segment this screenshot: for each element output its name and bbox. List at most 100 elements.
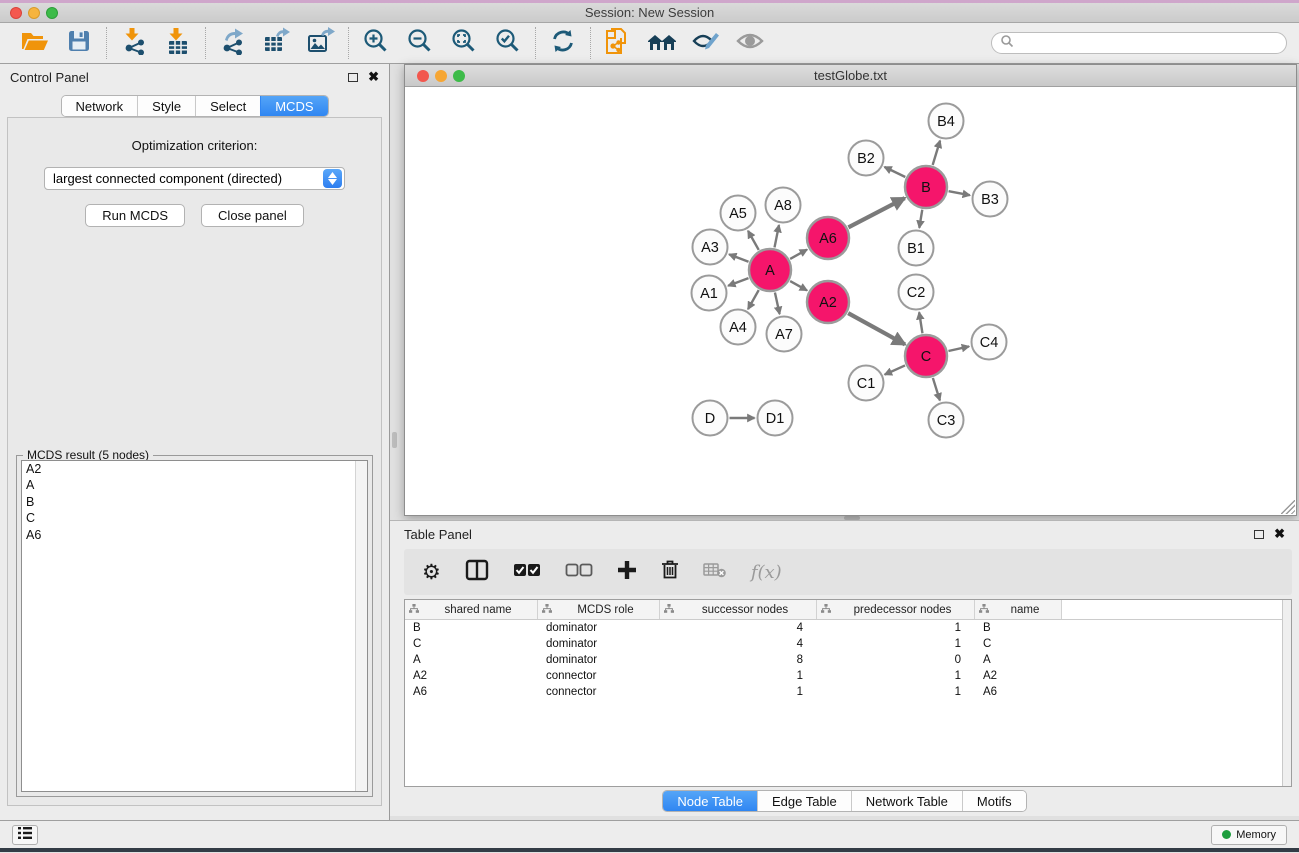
graph-node-A[interactable]: A xyxy=(749,249,791,291)
birds-eye-view-button[interactable] xyxy=(735,28,765,58)
edge-C-C1[interactable] xyxy=(885,365,905,374)
column-header-predecessor-nodes[interactable]: predecessor nodes xyxy=(817,600,975,619)
zoom-out-button[interactable] xyxy=(405,28,435,58)
table-cell[interactable]: 1 xyxy=(817,636,975,652)
table-cell[interactable]: C xyxy=(405,636,538,652)
apply-layout-button[interactable] xyxy=(548,28,578,58)
table-row[interactable]: Cdominator41C xyxy=(405,636,1291,652)
edge-A2-C[interactable] xyxy=(848,313,905,344)
table-cell[interactable]: dominator xyxy=(538,620,660,636)
zoom-in-button[interactable] xyxy=(361,28,391,58)
table-row[interactable]: A6connector11A6 xyxy=(405,684,1291,700)
close-table-panel-icon[interactable]: ✖ xyxy=(1274,529,1285,539)
table-cell[interactable]: dominator xyxy=(538,652,660,668)
edge-A-A2[interactable] xyxy=(790,281,807,290)
tab-mcds[interactable]: MCDS xyxy=(260,96,327,116)
graph-node-B4[interactable]: B4 xyxy=(929,104,964,139)
tab-motifs[interactable]: Motifs xyxy=(962,791,1026,811)
edge-B-B4[interactable] xyxy=(933,141,940,165)
mcds-result-item[interactable]: C xyxy=(22,510,367,526)
edge-B-B3[interactable] xyxy=(949,191,970,195)
graph-node-A5[interactable]: A5 xyxy=(721,196,756,231)
mcds-result-item[interactable]: A6 xyxy=(22,527,367,543)
graph-node-A7[interactable]: A7 xyxy=(767,317,802,352)
graph-node-D[interactable]: D xyxy=(693,401,728,436)
edge-A-A5[interactable] xyxy=(748,231,759,250)
edge-A-A3[interactable] xyxy=(729,254,748,261)
edge-C-C4[interactable] xyxy=(948,346,969,351)
save-session-button[interactable] xyxy=(64,28,94,58)
select-all-button[interactable] xyxy=(513,563,541,582)
result-scrollbar[interactable] xyxy=(355,461,367,791)
graph-node-B2[interactable]: B2 xyxy=(849,141,884,176)
show-graphics-details-button[interactable] xyxy=(691,28,721,58)
import-network-button[interactable] xyxy=(119,28,149,58)
graph-node-C[interactable]: C xyxy=(905,335,947,377)
tab-network[interactable]: Network xyxy=(61,96,137,116)
table-scrollbar[interactable] xyxy=(1282,600,1291,786)
tab-style[interactable]: Style xyxy=(137,96,195,116)
criterion-select[interactable]: largest connected component (directed) xyxy=(44,167,345,190)
graph-node-C4[interactable]: C4 xyxy=(972,325,1007,360)
graph-node-C2[interactable]: C2 xyxy=(899,275,934,310)
edge-B-B1[interactable] xyxy=(919,210,922,228)
graph-node-A1[interactable]: A1 xyxy=(692,276,727,311)
float-panel-icon[interactable] xyxy=(348,73,358,82)
edge-A-A4[interactable] xyxy=(748,290,759,309)
table-cell[interactable]: B xyxy=(405,620,538,636)
show-log-console-button[interactable] xyxy=(12,825,38,845)
function-builder-button[interactable]: f(x) xyxy=(751,562,782,583)
column-header-MCDS-role[interactable]: MCDS role xyxy=(538,600,660,619)
edge-B-B2[interactable] xyxy=(884,167,905,177)
table-cell[interactable]: 0 xyxy=(817,652,975,668)
close-panel-button[interactable]: Close panel xyxy=(201,204,304,227)
column-header-successor-nodes[interactable]: successor nodes xyxy=(660,600,817,619)
table-cell[interactable]: C xyxy=(975,636,1062,652)
import-table-button[interactable] xyxy=(163,28,193,58)
table-row[interactable]: A2connector11A2 xyxy=(405,668,1291,684)
zoom-selected-button[interactable] xyxy=(493,28,523,58)
float-table-panel-icon[interactable] xyxy=(1254,530,1264,539)
export-network-button[interactable] xyxy=(218,28,248,58)
table-cell[interactable]: A2 xyxy=(975,668,1062,684)
tab-select[interactable]: Select xyxy=(195,96,260,116)
graph-node-B1[interactable]: B1 xyxy=(899,231,934,266)
table-cell[interactable]: 1 xyxy=(660,668,817,684)
table-cell[interactable]: 1 xyxy=(817,684,975,700)
graph-node-C1[interactable]: C1 xyxy=(849,366,884,401)
column-header-shared-name[interactable]: shared name xyxy=(405,600,538,619)
network-from-file-button[interactable] xyxy=(603,28,633,58)
table-cell[interactable]: connector xyxy=(538,668,660,684)
graph-node-A4[interactable]: A4 xyxy=(721,310,756,345)
graph-node-A8[interactable]: A8 xyxy=(766,188,801,223)
graph-node-A3[interactable]: A3 xyxy=(693,230,728,265)
desktop-vscroll-stub[interactable] xyxy=(392,432,397,448)
search-input[interactable] xyxy=(1014,36,1278,50)
table-cell[interactable]: A xyxy=(975,652,1062,668)
node-table[interactable]: shared nameMCDS rolesuccessor nodesprede… xyxy=(404,599,1292,787)
table-cell[interactable]: A6 xyxy=(405,684,538,700)
toolbar-search-field[interactable] xyxy=(991,32,1287,54)
edge-A-A6[interactable] xyxy=(790,250,807,259)
open-file-button[interactable] xyxy=(20,28,50,58)
table-cell[interactable]: A6 xyxy=(975,684,1062,700)
table-cell[interactable]: 4 xyxy=(660,620,817,636)
table-cell[interactable]: 1 xyxy=(660,684,817,700)
edge-A-A1[interactable] xyxy=(728,278,748,286)
network-canvas[interactable]: B4B2BB3A8A5A6A3B1AC2A1A2A4A7C4CC1DD1C3 xyxy=(405,87,1296,515)
graph-node-C3[interactable]: C3 xyxy=(929,403,964,438)
mcds-result-item[interactable]: A2 xyxy=(22,461,367,477)
tab-edge-table[interactable]: Edge Table xyxy=(757,791,851,811)
table-settings-button[interactable]: ⚙ xyxy=(422,562,441,583)
table-cell[interactable]: connector xyxy=(538,684,660,700)
graph-node-A6[interactable]: A6 xyxy=(807,217,849,259)
graph-node-B[interactable]: B xyxy=(905,166,947,208)
table-cell[interactable]: A xyxy=(405,652,538,668)
mcds-result-list[interactable]: A2ABCA6 xyxy=(21,460,368,792)
delete-table-button[interactable] xyxy=(703,562,727,583)
table-cell[interactable]: 4 xyxy=(660,636,817,652)
tab-network-table[interactable]: Network Table xyxy=(851,791,962,811)
close-panel-icon[interactable]: ✖ xyxy=(368,72,379,82)
delete-column-button[interactable] xyxy=(661,559,679,585)
run-mcds-button[interactable]: Run MCDS xyxy=(85,204,185,227)
